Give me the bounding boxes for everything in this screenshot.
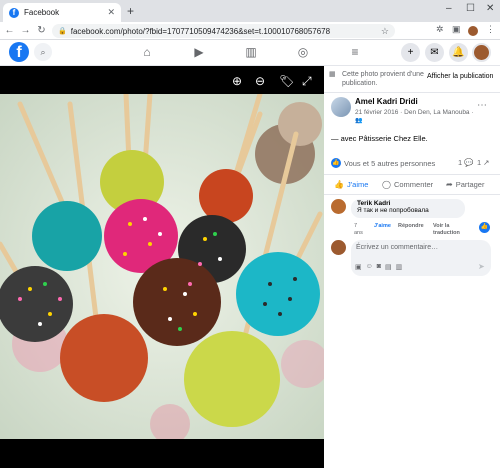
create-plus-icon[interactable]: + [401, 43, 420, 62]
comment-like-badge: 👍 [479, 222, 490, 233]
comment-count[interactable]: 1 💬 [458, 158, 474, 167]
notifications-bell-icon[interactable]: 🔔 [449, 43, 468, 62]
bookmark-star-icon[interactable]: ☆ [381, 26, 389, 37]
watch-icon[interactable]: ▶ [191, 45, 207, 59]
tab-title: Facebook [24, 8, 60, 17]
comment-composer[interactable]: Écrivez un commentaire… ▣ ☺ ◙ ▤ ▥ ➤ [351, 240, 491, 276]
send-icon[interactable]: ➤ [478, 262, 485, 271]
browser-tab-strip: f Facebook ✕ + – ☐ ✕ [0, 0, 500, 22]
sticker-icon[interactable]: ▣ [355, 263, 362, 271]
cake-pops-image [0, 94, 324, 439]
zoom-in-icon[interactable]: ⊕ [232, 74, 242, 88]
avatar-sticker-icon[interactable]: ▥ [396, 263, 403, 271]
facebook-logo[interactable]: f [9, 42, 29, 62]
comment-age[interactable]: 7 ans [354, 223, 366, 237]
gif-icon[interactable]: ▤ [385, 263, 392, 271]
reactions-summary[interactable]: 👍 Vous et 5 autres personnes [331, 158, 435, 168]
share-button[interactable]: ➦ Partager [446, 180, 484, 189]
photo-source-notice: Cette photo provient d'une publication. [342, 71, 424, 87]
post-actions: 👍 J'aime ◯ Commenter ➦ Partager [324, 176, 500, 194]
browser-menu-icon[interactable]: ⋮ [486, 24, 495, 35]
share-count[interactable]: 1 ↗ [477, 158, 489, 167]
menu-icon[interactable]: ≡ [347, 45, 363, 59]
current-user-avatar [331, 240, 346, 255]
close-window-icon[interactable]: ✕ [486, 3, 494, 14]
tab-close-icon[interactable]: ✕ [107, 7, 115, 18]
profile-avatar[interactable] [468, 26, 478, 36]
reload-icon[interactable]: ↻ [35, 25, 48, 36]
sidepanel-icon[interactable]: ▣ [452, 24, 461, 35]
fullscreen-icon[interactable]: ⤢ [302, 74, 312, 89]
search-icon[interactable]: ⌕ [34, 43, 52, 61]
post-date-location[interactable]: 21 février 2016 · Den Den, La Manouba · [355, 109, 490, 116]
like-button[interactable]: 👍 J'aime [334, 180, 368, 189]
author-avatar[interactable] [331, 97, 351, 117]
address-bar[interactable]: 🔒 facebook.com/photo/?fbid=1707710509474… [52, 24, 395, 38]
address-toolbar: ← → ↻ 🔒 facebook.com/photo/?fbid=1707710… [0, 22, 500, 40]
minimize-icon[interactable]: – [446, 3, 452, 14]
comment-bubble: Terik Kadri Я так и не попробовала [351, 199, 465, 218]
photo-viewer: ⊕ ⊖ 🏷 ⤢ [0, 66, 324, 468]
comment-text: Я так и не попробовала [357, 207, 429, 214]
comment-like-link[interactable]: J'aime [374, 223, 391, 230]
divider [324, 92, 500, 93]
comment-author[interactable]: Terik Kadri [357, 200, 459, 207]
post-info-panel: ▦ Cette photo provient d'une publication… [324, 66, 500, 468]
comment-input-placeholder[interactable]: Écrivez un commentaire… [356, 244, 438, 251]
messenger-icon[interactable]: ✉ [425, 43, 444, 62]
share-label: Partager [455, 180, 485, 189]
maximize-icon[interactable]: ☐ [466, 3, 475, 14]
audience-icon: 👥 [355, 118, 363, 124]
share-icon: ➦ [446, 180, 453, 189]
home-icon[interactable]: ⌂ [139, 45, 155, 59]
browser-tab[interactable]: f Facebook ✕ [3, 3, 121, 22]
post-caption: — avec Pâtisserie Chez Elle. [331, 134, 428, 143]
photo-source-icon: ▦ [329, 71, 336, 78]
url-text[interactable]: facebook.com/photo/?fbid=170771050947423… [71, 27, 381, 36]
reactions-text[interactable]: Vous et 5 autres personnes [344, 159, 435, 168]
new-tab-button[interactable]: + [127, 4, 134, 18]
comment-reply-link[interactable]: Répondre [398, 223, 424, 230]
comment-count-value: 1 [458, 158, 463, 167]
facebook-header: f ⌕ ⌂ ▶ ▥ ◎ ≡ + ✉ 🔔 [0, 40, 500, 66]
groups-icon[interactable]: ◎ [295, 45, 311, 59]
emoji-icon[interactable]: ☺ [366, 263, 373, 271]
share-count-value: 1 [477, 158, 482, 167]
account-avatar[interactable] [472, 43, 491, 62]
divider [324, 194, 500, 195]
comment-count-icon: 💬 [464, 158, 474, 167]
show-post-link[interactable]: Afficher la publication [427, 73, 493, 80]
like-label: J'aime [346, 180, 369, 189]
divider [324, 174, 500, 175]
forward-icon[interactable]: → [19, 25, 32, 36]
commenter-avatar[interactable] [331, 199, 346, 214]
comment-translate-link[interactable]: Voir la traduction [433, 223, 465, 237]
lock-icon: 🔒 [58, 28, 67, 35]
composer-tools: ▣ ☺ ◙ ▤ ▥ [355, 263, 402, 271]
zoom-out-icon[interactable]: ⊖ [255, 74, 265, 88]
comment-button[interactable]: ◯ Commenter [382, 180, 433, 189]
comment-label: Commenter [393, 180, 434, 189]
extensions-icon[interactable]: ✲ [436, 24, 444, 35]
like-reaction-icon: 👍 [331, 158, 341, 168]
camera-icon[interactable]: ◙ [377, 263, 381, 271]
marketplace-icon[interactable]: ▥ [243, 45, 259, 59]
facebook-favicon-icon: f [9, 7, 19, 18]
comment-icon: ◯ [382, 180, 391, 189]
tag-icon[interactable]: 🏷 [279, 74, 294, 88]
thumbs-up-icon: 👍 [334, 180, 344, 189]
share-count-icon: ↗ [483, 158, 490, 167]
author-name[interactable]: Amel Kadri Dridi [355, 97, 418, 106]
more-options-icon[interactable]: ⋯ [477, 100, 487, 111]
cake-pops-photo [0, 94, 324, 439]
back-icon[interactable]: ← [3, 25, 16, 36]
